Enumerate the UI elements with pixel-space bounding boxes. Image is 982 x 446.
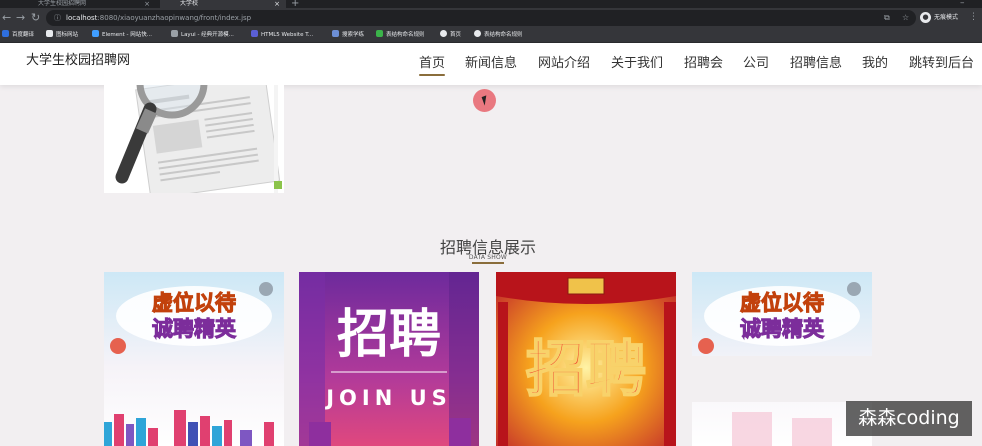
nav-news[interactable]: 新闻信息 [465, 52, 517, 72]
bookmark-item[interactable]: HTML5 Website T... [251, 28, 313, 43]
bookmark-item[interactable]: Layui - 经典开源模... [171, 28, 234, 43]
poster-headline: 招聘 [337, 305, 441, 365]
tab-title: 大学生校园招聘网 [38, 0, 87, 7]
bookmarks-bar: 百度翻译 图标网站 Element - 网站快... Layui - 经典开源模… [0, 28, 982, 43]
html5-icon [251, 30, 258, 37]
close-icon[interactable]: × [274, 0, 280, 8]
bookmark-item[interactable]: 搜索学练 [332, 28, 364, 43]
nav-company[interactable]: 公司 [743, 52, 769, 72]
address-host: localhost [66, 14, 98, 22]
close-icon[interactable]: × [144, 0, 150, 8]
site-header: 大学生校园招聘网 首页 新闻信息 网站介绍 关于我们 招聘会 公司 招聘信息 我… [0, 43, 982, 85]
nav-home[interactable]: 首页 [419, 52, 446, 76]
reload-icon[interactable]: ↻ [31, 10, 40, 26]
job-poster[interactable]: 虚位以待 诚聘精英 [692, 272, 872, 446]
minimize-icon[interactable]: – [960, 0, 965, 8]
poster-subline: 诚聘精英 [740, 317, 825, 341]
site-title: 大学生校园招聘网 [26, 53, 131, 68]
layui-icon [171, 30, 178, 37]
balloon-icon [698, 338, 714, 354]
news-card-image[interactable] [104, 85, 284, 193]
bookmark-item[interactable]: 图标网站 [46, 28, 78, 43]
incognito-icon: ● [920, 12, 931, 23]
profile-label: 无痕模式 [934, 14, 959, 21]
book-icon [332, 30, 339, 37]
poster-headline: 招聘 [526, 335, 646, 405]
browser-tab[interactable]: 大学生校园招聘网 × [18, 0, 156, 8]
browser-tab-active[interactable]: 大学校 × [160, 0, 286, 8]
tab-title: 大学校 [180, 0, 199, 7]
address-bar[interactable]: ⓘ localhost:8080/xiaoyuanzhaopinwang/fro… [46, 10, 916, 26]
forward-icon[interactable]: → [16, 10, 25, 26]
bookmark-item[interactable]: 表结构命名规则 [376, 28, 425, 43]
nav-site-intro[interactable]: 网站介绍 [538, 52, 590, 72]
globe-icon [440, 30, 447, 37]
translate-icon[interactable]: ⧉ [884, 10, 890, 26]
bookmark-item[interactable]: 首页 [440, 28, 461, 43]
poster-headline: 虚位以待 [740, 291, 824, 315]
nav-about[interactable]: 关于我们 [611, 52, 663, 72]
back-icon[interactable]: ← [2, 10, 11, 26]
nav-jobs[interactable]: 招聘信息 [790, 52, 842, 72]
bookmark-item[interactable]: Element - 网站快... [92, 28, 152, 43]
bookmark-item[interactable]: 百度翻译 [2, 28, 34, 43]
balloon-icon [110, 338, 126, 354]
globe-icon [474, 30, 481, 37]
bookmark-icon [2, 30, 9, 37]
bookmark-item[interactable]: 表结构命名规则 [474, 28, 523, 43]
flag-icon [46, 30, 53, 37]
section-divider [472, 262, 504, 264]
balloon-icon [847, 282, 861, 296]
star-icon[interactable]: ☆ [902, 10, 909, 26]
nav-job-fair[interactable]: 招聘会 [684, 52, 723, 72]
nav-mine[interactable]: 我的 [862, 52, 888, 72]
menu-icon[interactable]: ⋮ [969, 12, 978, 22]
address-path: :8080/xiaoyuanzhaopinwang/front/index.js… [97, 14, 252, 22]
watermark: 森森coding [846, 401, 972, 436]
balloon-icon [259, 282, 273, 296]
poster-headline: 虚位以待 [152, 291, 236, 315]
element-icon [92, 30, 99, 37]
nav-admin[interactable]: 跳转到后台 [909, 52, 974, 72]
job-poster[interactable]: 虚位以待 诚聘精英 [104, 272, 284, 446]
job-poster[interactable]: 招聘 [496, 272, 676, 446]
table-icon [376, 30, 383, 37]
browser-toolbar: ← → ↻ ⓘ localhost:8080/xiaoyuanzhaopinwa… [0, 8, 982, 28]
poster-subline: JOIN US [324, 386, 452, 410]
incognito-profile[interactable]: ● 无痕模式 [920, 12, 958, 24]
section-subtitle: DATA SHOW [468, 254, 508, 261]
job-poster[interactable]: 招聘 JOIN US [299, 272, 479, 446]
browser-tab-strip: 大学生校园招聘网 × 大学校 × + – [0, 0, 982, 9]
poster-subline: 诚聘精英 [152, 317, 237, 341]
info-icon[interactable]: ⓘ [54, 10, 61, 26]
